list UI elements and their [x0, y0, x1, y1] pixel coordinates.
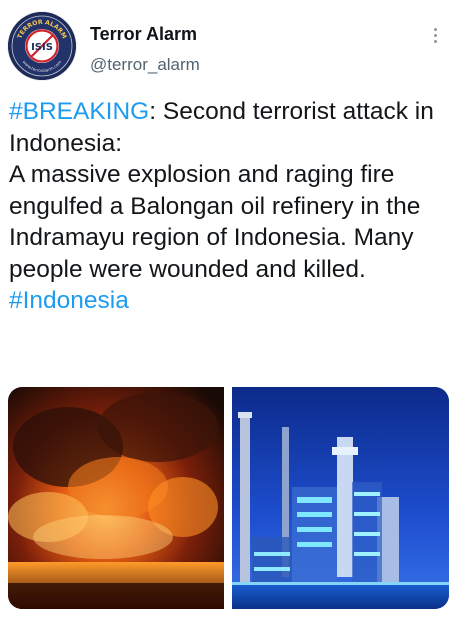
refinery-image: [232, 387, 449, 609]
fire-image: [8, 387, 224, 609]
oil-refinery-night-photo[interactable]: [232, 387, 449, 609]
hashtag-indonesia[interactable]: #Indonesia: [9, 287, 129, 314]
tweet-text-body: A massive explosion and raging fire engu…: [9, 161, 428, 283]
tweet-media: [8, 387, 449, 609]
more-options-button[interactable]: [424, 20, 446, 50]
tweet-card: TERROR ALARM www.terroralarm.com ISIS Te…: [0, 0, 457, 617]
hashtag-breaking[interactable]: #BREAKING: [9, 98, 149, 125]
refinery-fire-photo[interactable]: [8, 387, 224, 609]
author-display-name[interactable]: Terror Alarm: [90, 24, 197, 45]
avatar-center-text: ISIS: [31, 42, 53, 53]
terror-alarm-logo-icon: TERROR ALARM www.terroralarm.com ISIS: [8, 12, 76, 80]
author-handle[interactable]: @terror_alarm: [90, 55, 200, 75]
avatar[interactable]: TERROR ALARM www.terroralarm.com ISIS: [8, 12, 76, 80]
tweet-text: #BREAKING: Second terrorist attack in In…: [9, 96, 449, 317]
more-vertical-icon-dot: [433, 33, 437, 37]
more-vertical-icon: [433, 27, 437, 31]
more-vertical-icon-dot: [433, 39, 437, 43]
